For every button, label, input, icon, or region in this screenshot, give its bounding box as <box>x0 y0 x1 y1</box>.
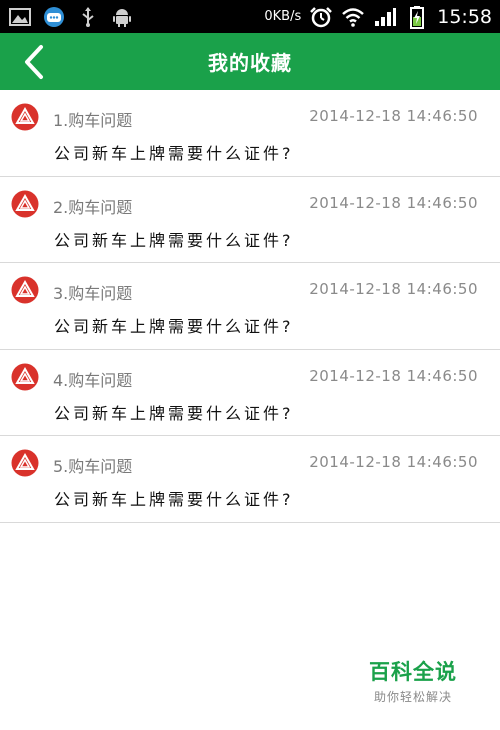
network-speed: 0KB/s <box>264 9 302 24</box>
app-header: 我的收藏 <box>0 33 500 90</box>
android-icon <box>110 6 134 28</box>
list-item[interactable]: 2.购车问题 2014-12-18 14:46:50 公司新车上牌需要什么证件? <box>0 176 500 263</box>
signal-icon <box>373 6 397 28</box>
warning-triangle-icon <box>11 103 39 131</box>
warning-triangle-icon <box>11 363 39 390</box>
item-category: 4.购车问题 <box>53 370 133 390</box>
item-question: 公司新车上牌需要什么证件? <box>54 317 294 336</box>
list-item[interactable]: 4.购车问题 2014-12-18 14:46:50 公司新车上牌需要什么证件? <box>0 349 500 436</box>
list-item[interactable]: 1.购车问题 2014-12-18 14:46:50 公司新车上牌需要什么证件? <box>0 90 500 177</box>
usb-icon <box>76 6 100 28</box>
chat-app-icon <box>42 6 66 28</box>
alarm-icon <box>309 6 333 28</box>
item-category: 5.购车问题 <box>53 457 133 476</box>
watermark-slogan: 助你轻松解决 <box>373 690 452 704</box>
watermark-brand: 百科全说 <box>369 660 457 684</box>
item-question: 公司新车上牌需要什么证件? <box>54 230 294 250</box>
item-date: 2014-12-18 14:46:50 <box>309 453 478 471</box>
favorites-list: 1.购车问题 2014-12-18 14:46:50 公司新车上牌需要什么证件?… <box>0 90 500 523</box>
warning-triangle-icon <box>11 449 39 477</box>
item-date: 2014-12-18 14:46:50 <box>309 193 478 212</box>
system-indicators: 0KB/s 15:58 <box>264 0 492 33</box>
list-item[interactable]: 3.购车问题 2014-12-18 14:46:50 公司新车上牌需要什么证件? <box>0 263 500 350</box>
item-question: 公司新车上牌需要什么证件? <box>54 403 294 423</box>
item-question: 公司新车上牌需要什么证件? <box>54 144 294 163</box>
battery-charging-icon <box>405 5 429 29</box>
item-category: 1.购车问题 <box>53 111 133 130</box>
item-date: 2014-12-18 14:46:50 <box>309 280 478 298</box>
item-date: 2014-12-18 14:46:50 <box>309 107 478 125</box>
item-category: 3.购车问题 <box>53 284 133 303</box>
item-category: 2.购车问题 <box>53 197 133 217</box>
gallery-icon <box>8 6 32 28</box>
notification-icons <box>8 5 134 29</box>
wifi-icon <box>341 6 365 28</box>
clock: 15:58 <box>437 5 492 28</box>
page-title: 我的收藏 <box>208 51 292 75</box>
warning-triangle-icon <box>11 190 39 217</box>
item-question: 公司新车上牌需要什么证件? <box>54 490 294 509</box>
warning-triangle-icon <box>11 276 39 304</box>
status-bar: 0KB/s 15:58 <box>0 0 500 33</box>
item-date: 2014-12-18 14:46:50 <box>309 366 478 385</box>
list-item[interactable]: 5.购车问题 2014-12-18 14:46:50 公司新车上牌需要什么证件? <box>0 436 500 523</box>
watermark: 百科全说 助你轻松解决 <box>358 656 468 705</box>
